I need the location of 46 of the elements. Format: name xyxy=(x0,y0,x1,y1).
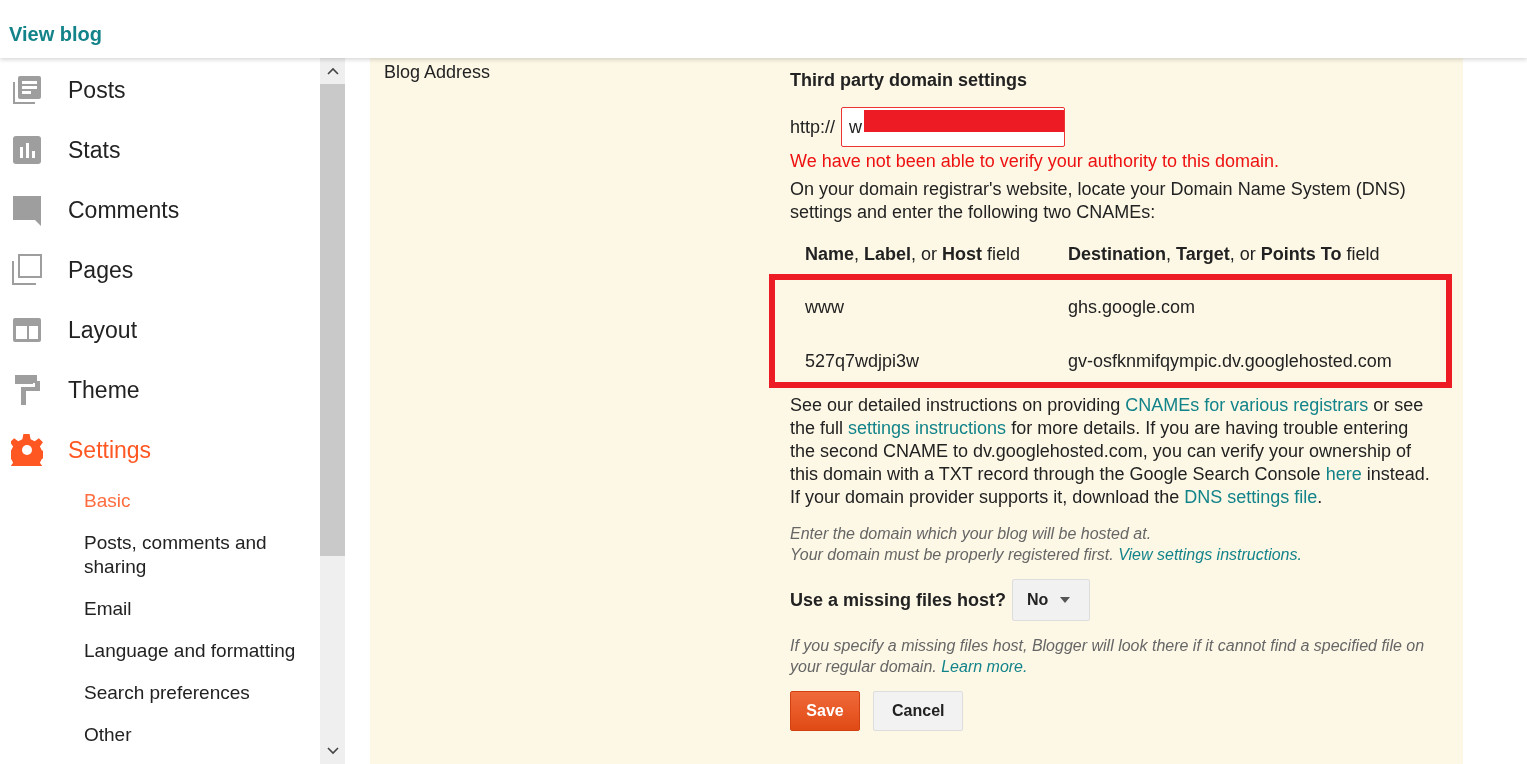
sidebar-subitem[interactable]: Search preferences xyxy=(0,672,320,714)
sidebar-item[interactable]: Stats xyxy=(0,120,320,180)
bar-chart-icon xyxy=(11,134,43,166)
instructions-text: On your domain registrar's website, locate your Domain Name System (DNS) settings and enter the following two CNAMEs: xyxy=(790,178,1407,224)
save-button[interactable]: Save xyxy=(790,691,860,731)
link[interactable]: CNAMEs for various registrars xyxy=(1125,395,1369,415)
stacked-squares-icon xyxy=(11,254,43,286)
table-cell-text: www xyxy=(805,296,845,318)
document-icon xyxy=(11,74,43,106)
sidebar-subitem[interactable]: Language and formatting xyxy=(0,630,320,672)
scrollbar[interactable] xyxy=(320,58,345,764)
link[interactable]: here xyxy=(1325,464,1362,484)
table-cell-text: 527q7wdjpi3w xyxy=(805,350,921,372)
view-blog-link[interactable]: View blog xyxy=(9,23,102,46)
hint-text: Enter the domain which your blog will be hosted at. Your domain must be properly registered first. View settings instructions. xyxy=(790,524,1303,565)
sidebar-subitem[interactable]: Other xyxy=(0,714,320,756)
sidebar-item[interactable]: Comments xyxy=(0,180,320,240)
caret-icon xyxy=(1060,597,1071,603)
sidebar-item[interactable]: Theme xyxy=(0,360,320,420)
hint-text: If you specify a missing files host, Blogger will look there if it cannot find a specified file on your regular domain. Learn more. xyxy=(790,636,1426,677)
sidebar-subitem[interactable]: Posts, comments and sharing xyxy=(0,522,320,588)
url-prefix: http:// xyxy=(790,116,836,138)
sidebar-subitem[interactable]: Email xyxy=(0,588,320,630)
domain-input[interactable]: w xyxy=(841,107,1066,147)
sidebar-item[interactable]: Pages xyxy=(0,240,320,300)
column-header: Name, Label, or Host field xyxy=(805,244,1022,266)
table-cell-text: ghs.google.com xyxy=(1068,296,1197,318)
setting-question: Use a missing files host? xyxy=(790,589,1007,611)
settings-icon xyxy=(11,434,43,466)
section-heading: Third party domain settings xyxy=(790,70,1029,91)
link[interactable]: View settings instructions. xyxy=(1118,546,1302,563)
setting-label: Blog Address xyxy=(384,62,491,82)
column-header: Destination, Target, or Points To field xyxy=(1068,244,1381,266)
sidebar-item[interactable]: Posts xyxy=(0,60,320,120)
link[interactable]: Learn more. xyxy=(941,658,1028,675)
error-message: We have not been able to verify your authority to this domain. xyxy=(790,151,1280,172)
cancel-button[interactable]: Cancel xyxy=(873,691,964,731)
speech-bubble-icon xyxy=(11,194,43,226)
link[interactable]: DNS settings file xyxy=(1184,487,1318,507)
instructions-text: See our detailed instructions on providing CNAMEs for various registrars or see the full settings instructions for more details. If you are having trouble entering the second CNAME to dv.googlehosted.com, you can verify your ownership of this domain with a TXT record through the Google Search Console here instead. If your domain provider supports it, download the DNS settings file. xyxy=(790,394,1430,509)
link[interactable]: settings instructions xyxy=(848,418,1007,438)
scroll-up-icon[interactable] xyxy=(326,67,339,75)
scroll-down-icon[interactable] xyxy=(326,747,339,755)
dropdown[interactable]: No xyxy=(1012,579,1091,621)
table-cell-text: gv-osfknmifqympic.dv.googlehosted.com xyxy=(1068,350,1393,372)
sidebar-item[interactable]: Layout xyxy=(0,300,320,360)
